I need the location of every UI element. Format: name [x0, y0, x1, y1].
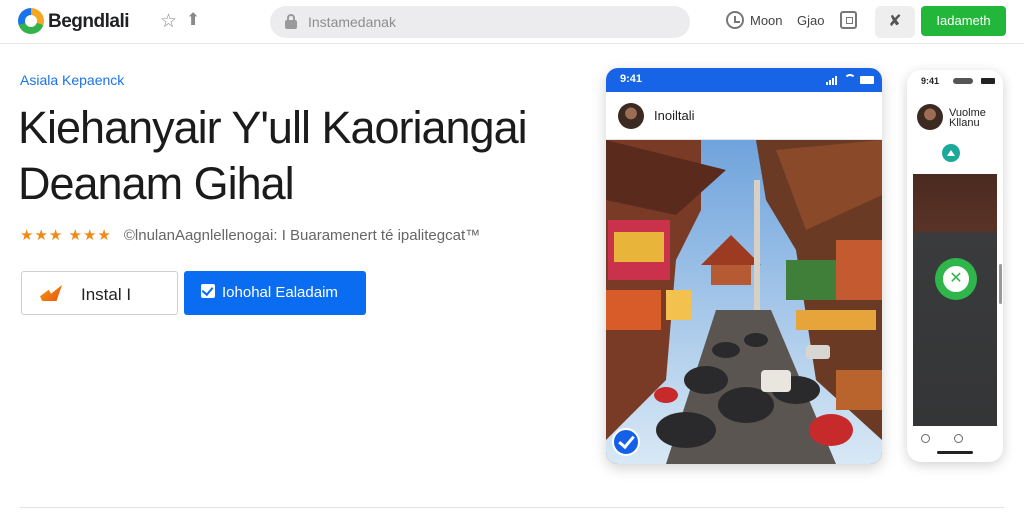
flame-icon — [40, 285, 62, 301]
page-headline: Kiehanyair Y'ull Kaoriangai Deanam Gihal — [18, 102, 528, 209]
secondary-action-label: Iohohal Ealadaim — [222, 284, 338, 301]
profile-name[interactable]: Inoiltali — [654, 108, 694, 123]
phone-mockup-side: 9:41 Vuolme Kllanu ✕ — [907, 70, 1003, 462]
upload-arrow-icon[interactable]: ⬆ — [186, 10, 200, 30]
battery-icon — [981, 78, 995, 84]
home-indicator[interactable] — [937, 451, 973, 454]
media-preview[interactable]: ✕ — [913, 174, 997, 426]
cross-icon: ✕ — [949, 270, 963, 287]
scrollbar[interactable] — [999, 264, 1002, 304]
street-scene-image — [606, 140, 882, 464]
install-button-label: Instal I — [81, 285, 132, 304]
brand-name[interactable]: Begndlali — [48, 11, 130, 33]
status-bar: 9:41 — [606, 68, 882, 92]
nav-link-gjao[interactable]: Gjao — [797, 13, 824, 28]
back-nav-icon[interactable] — [921, 434, 930, 443]
brand-logo-icon[interactable] — [18, 8, 44, 34]
rating-row: ★★★ ★★★ ©lnulanAagnlellenogai: I Buarame… — [20, 225, 480, 245]
avatar[interactable] — [618, 103, 644, 129]
avatar[interactable] — [917, 104, 943, 130]
nav-link-moon[interactable]: Moon — [750, 13, 783, 28]
tablet-icon[interactable] — [840, 11, 857, 29]
clock-icon[interactable] — [726, 11, 744, 29]
lock-icon — [284, 14, 298, 29]
signal-icon — [826, 75, 838, 85]
star-icon[interactable]: ☆ — [160, 10, 177, 33]
rating-stars-icon: ★★★ ★★★ — [20, 227, 112, 244]
upload-dot-icon[interactable] — [942, 144, 960, 162]
install-button[interactable]: Instal I — [21, 271, 178, 315]
bottom-divider — [20, 507, 1004, 508]
primary-header-button[interactable]: Iadameth — [921, 6, 1006, 36]
search-input[interactable] — [308, 12, 668, 32]
status-time: 9:41 — [921, 76, 940, 86]
search-bar[interactable] — [270, 6, 690, 38]
share-button[interactable]: ✘ — [875, 6, 915, 38]
camera-pill-icon — [953, 78, 973, 84]
secondary-action-button[interactable]: Iohohal Ealadaim — [184, 271, 366, 315]
profile-name[interactable]: Vuolme Kllanu — [949, 108, 1003, 129]
rating-text: ©lnulanAagnlellenogai: I Buaramenert té … — [123, 226, 481, 244]
checkbox-icon — [201, 284, 215, 298]
eyebrow-label: Asiala Kepaenck — [20, 72, 125, 88]
home-nav-icon[interactable] — [954, 434, 963, 443]
top-navigation-bar: Begndlali ☆ ⬆ Moon Gjao ✘ Iadameth — [0, 0, 1024, 44]
status-time: 9:41 — [620, 73, 643, 85]
verified-badge-icon[interactable] — [612, 428, 640, 456]
street-photo[interactable] — [606, 140, 882, 464]
wifi-icon — [844, 74, 856, 86]
profile-header[interactable]: Inoiltali — [606, 92, 882, 140]
battery-icon — [860, 76, 874, 84]
phone-mockup-main: 9:41 Inoiltali — [606, 68, 882, 464]
